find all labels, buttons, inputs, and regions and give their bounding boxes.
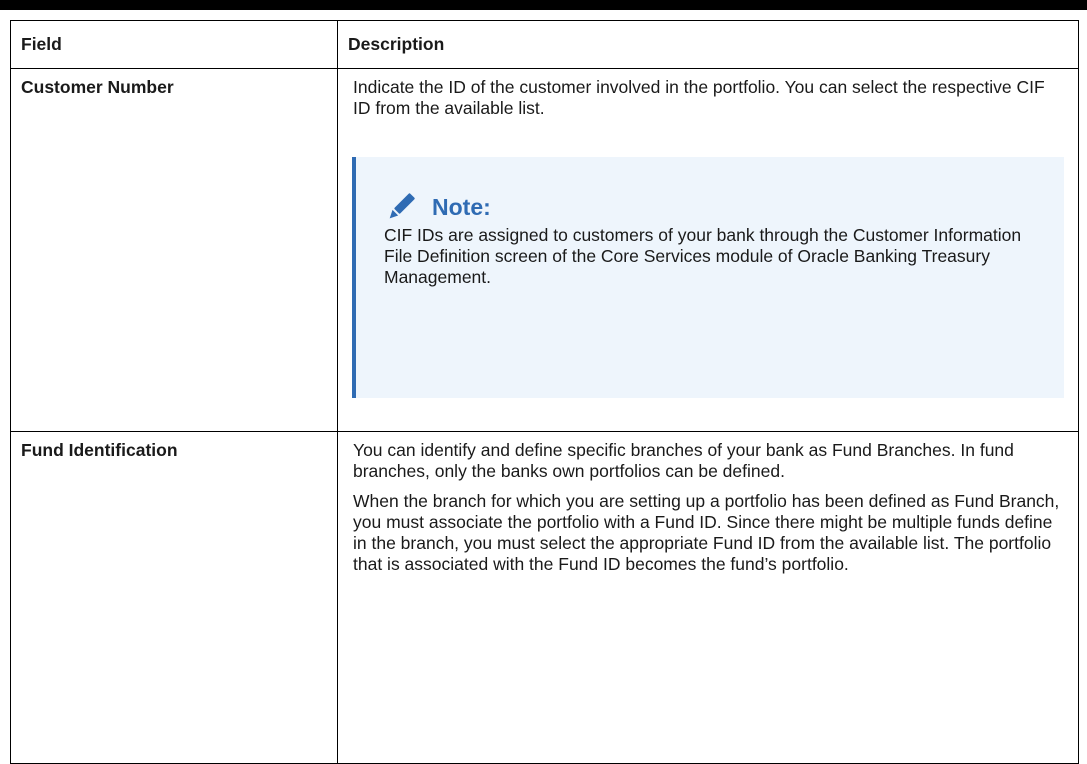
note-header: Note: xyxy=(384,189,1048,225)
field-name-cell: Customer Number xyxy=(10,68,338,432)
column-header-description: Description xyxy=(337,20,1079,69)
description-cell: You can identify and define specific bra… xyxy=(337,431,1079,764)
document-page: Field Description Customer Number Indica… xyxy=(0,0,1087,764)
column-header-field: Field xyxy=(10,20,338,69)
table-header-row: Field Description xyxy=(10,20,1079,69)
description-cell: Indicate the ID of the customer involved… xyxy=(337,68,1079,432)
note-box: Note: CIF IDs are assigned to customers … xyxy=(352,157,1064,398)
table-row: Fund Identification You can identify and… xyxy=(10,431,1079,764)
pencil-icon xyxy=(384,190,418,224)
note-text: CIF IDs are assigned to customers of you… xyxy=(384,225,1022,287)
field-name-cell: Fund Identification xyxy=(10,431,338,764)
field-description-table: Field Description Customer Number Indica… xyxy=(10,20,1079,764)
description-paragraph: You can identify and define specific bra… xyxy=(353,440,1014,481)
top-rule xyxy=(0,0,1087,10)
table-row: Customer Number Indicate the ID of the c… xyxy=(10,68,1079,432)
note-title: Note: xyxy=(432,193,491,220)
description-text: Indicate the ID of the customer involved… xyxy=(353,77,1045,118)
description-paragraph: When the branch for which you are settin… xyxy=(353,491,1060,574)
